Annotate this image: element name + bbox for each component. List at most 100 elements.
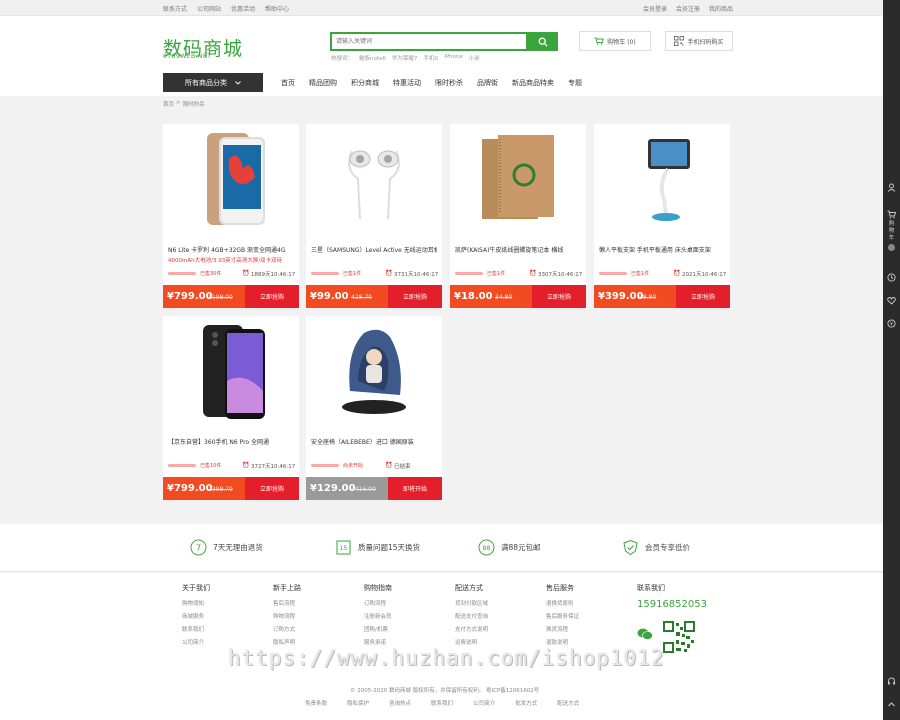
product-name[interactable]: 三星（SAMSUNG）Level Active 无线运动耳机 [311, 245, 437, 254]
sale-price: ¥18.00 [454, 291, 493, 302]
sidebar-favorites[interactable] [883, 296, 900, 305]
top-link-contact[interactable]: 联系方式 [163, 4, 187, 13]
product-card[interactable]: 【京东自营】360手机 N6 Pro 全网通 已售10件 ⏰ 3727天10:4… [163, 316, 299, 500]
hot-word[interactable]: 手机X [423, 54, 438, 62]
product-image[interactable] [181, 129, 281, 229]
footer-link[interactable]: 售后流程 [273, 599, 301, 607]
nav-item-new-products[interactable]: 新品商品特卖 [512, 78, 554, 88]
footer-link[interactable]: 退款说明 [546, 638, 579, 646]
product-image[interactable] [468, 129, 568, 229]
footer-column-title: 配送方式 [455, 584, 483, 592]
top-link-my-goods[interactable]: 我的商品 [709, 4, 733, 13]
product-card[interactable]: 懒人平板支架 手机平板通用 床头桌面支架 已售1件 ⏰ 2021天10:46:1… [594, 124, 730, 308]
hot-words-label: 热搜词： [331, 56, 354, 62]
footer-link[interactable]: 货到付款区域 [455, 599, 488, 607]
top-link-login[interactable]: 会员登录 [643, 4, 667, 13]
product-image[interactable] [181, 321, 281, 421]
footer-link[interactable]: 退换货原则 [546, 599, 579, 607]
footer-link[interactable]: 配送支付查询 [455, 612, 488, 620]
footer-link[interactable]: 订购方式 [273, 625, 301, 633]
footer-link[interactable]: 注册新会员 [364, 612, 392, 620]
top-link-help[interactable]: 帮助中心 [265, 4, 289, 13]
sidebar-coupon[interactable]: ¥ [883, 319, 900, 328]
breadcrumb-home[interactable]: 首页 [163, 100, 174, 108]
cart-button[interactable]: 购物车 (0) [579, 31, 651, 51]
sidebar-back-to-top[interactable] [883, 700, 900, 709]
footer-bottom-link[interactable]: 免责条款 [305, 699, 327, 707]
top-link-company[interactable]: 公司网站 [197, 4, 221, 13]
nav-item-topics[interactable]: 专题 [568, 78, 582, 88]
product-card[interactable]: N6 Lite 卡罗利 4GB+32GB 渐变全网通4G 4000mAh大电池/… [163, 124, 299, 308]
mobile-qr-button[interactable]: 手机扫码购买 [665, 31, 733, 51]
sales-progress-bar [599, 272, 627, 275]
top-link-promo[interactable]: 优惠活动 [231, 4, 255, 13]
footer-link[interactable]: 换货流程 [546, 625, 579, 633]
nav-item-points-mall[interactable]: 积分商城 [351, 78, 379, 88]
buy-now-button[interactable]: 立即抢购 [388, 285, 442, 308]
hot-word[interactable]: 魅族note6 [359, 54, 386, 62]
hot-word[interactable]: 华为荣耀7 [392, 54, 418, 62]
sidebar-cart[interactable]: 购物车 [883, 210, 900, 251]
category-menu-button[interactable]: 所有商品分类 [163, 73, 263, 92]
product-name[interactable]: 凯萨(KAISA)牛皮纸线圈螺旋笔记本 横线 [455, 245, 581, 254]
product-image[interactable] [612, 129, 712, 229]
footer-link[interactable]: 购物流程 [273, 612, 301, 620]
svg-text:15: 15 [340, 545, 348, 552]
qr-code-icon [674, 36, 685, 46]
footer-bottom-link[interactable]: 公司简介 [473, 699, 495, 707]
product-name[interactable]: 安全座椅（AILEBEBE）进口 德国原装 [311, 437, 437, 446]
buy-now-button[interactable]: 立即抢购 [532, 285, 586, 308]
product-card[interactable]: 三星（SAMSUNG）Level Active 无线运动耳机 已售1件 ⏰ 37… [306, 124, 442, 308]
buy-now-button[interactable]: 立即抢购 [245, 477, 299, 500]
heart-icon [887, 297, 896, 305]
footer-bottom-link[interactable]: 咨询热点 [389, 699, 411, 707]
footer-link[interactable]: 公司简介 [182, 638, 210, 646]
footer-link[interactable]: 售后服务保证 [546, 612, 579, 620]
footer-bottom-link[interactable]: 联系我们 [431, 699, 453, 707]
coming-soon-button[interactable]: 即将开始 [388, 477, 442, 500]
footer-bottom-link[interactable]: 批发方式 [515, 699, 537, 707]
cart-icon [594, 37, 605, 45]
buy-now-button[interactable]: 立即抢购 [676, 285, 730, 308]
sidebar-history[interactable] [883, 273, 900, 282]
footer-link[interactable]: 购物须知 [182, 599, 210, 607]
footer-link[interactable]: 商城服务 [182, 612, 210, 620]
sidebar-service[interactable] [883, 677, 900, 686]
footer-link[interactable]: 联系我们 [182, 625, 210, 633]
product-image[interactable] [324, 129, 424, 229]
product-image[interactable] [324, 321, 424, 421]
footer-link[interactable]: 隐私声明 [273, 638, 301, 646]
countdown: 3727天10:46:17 [251, 464, 296, 470]
search-input[interactable] [332, 34, 526, 49]
footer-bottom-link[interactable]: 配送方式 [557, 699, 579, 707]
sale-price: ¥799.00 [167, 291, 213, 302]
service-item: 7 7天无理由退货 [190, 539, 263, 556]
footer-link[interactable]: 订购流程 [364, 599, 392, 607]
hot-word[interactable]: iPhone [444, 54, 463, 62]
nav-item-home[interactable]: 首页 [281, 78, 295, 88]
search-button[interactable] [528, 32, 558, 51]
product-card[interactable]: 安全座椅（AILEBEBE）进口 德国原装 尚未开始 ⏰ 已结束 ¥129.00… [306, 316, 442, 500]
nav-item-brands[interactable]: 品牌街 [477, 78, 498, 88]
top-link-register[interactable]: 会员注册 [676, 4, 700, 13]
footer-link[interactable]: 团购/机票 [364, 625, 392, 633]
product-card[interactable]: 凯萨(KAISA)牛皮纸线圈螺旋笔记本 横线 已售1件 ⏰ 3307天10:46… [450, 124, 586, 308]
product-name[interactable]: 懒人平板支架 手机平板通用 床头桌面支架 [599, 245, 725, 254]
hot-words: 热搜词： 魅族note6 华为荣耀7 手机X iPhone 小米 [331, 54, 480, 62]
price-area: ¥129.00 4416.00 [306, 477, 388, 500]
product-name[interactable]: N6 Lite 卡罗利 4GB+32GB 渐变全网通4G [168, 245, 294, 254]
sidebar-user[interactable] [883, 183, 900, 192]
buy-now-button[interactable]: 立即抢购 [245, 285, 299, 308]
footer-link[interactable]: 支付方式说明 [455, 625, 488, 633]
nav-item-flash-sale[interactable]: 限时秒杀 [435, 78, 463, 88]
nav-item-special-offers[interactable]: 特惠活动 [393, 78, 421, 88]
nav-item-group-buy[interactable]: 精品团购 [309, 78, 337, 88]
sales-progress-bar [168, 272, 196, 275]
footer-column-title: 售后服务 [546, 584, 574, 592]
product-name[interactable]: 【京东自营】360手机 N6 Pro 全网通 [168, 437, 294, 446]
footer-link[interactable]: 运费说明 [455, 638, 488, 646]
original-price: 34.80 [495, 294, 513, 301]
hot-word[interactable]: 小米 [469, 54, 480, 62]
footer-bottom-link[interactable]: 隐私保护 [347, 699, 369, 707]
footer-link[interactable]: 服务承诺 [364, 638, 392, 646]
